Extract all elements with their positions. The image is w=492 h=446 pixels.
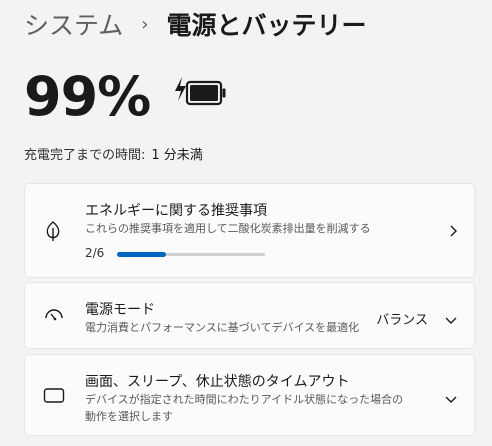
energy-recommendations-card[interactable]: エネルギーに関する推奨事項 これらの推奨事項を適用して二酸化炭素排出量を削減する…: [24, 183, 475, 278]
leaf-icon: [43, 220, 63, 246]
charge-time: 充電完了までの時間: 1 分未満: [24, 144, 203, 163]
breadcrumb-system-link[interactable]: システム: [24, 6, 123, 42]
page-title: 電源とバッテリー: [166, 11, 367, 40]
charge-time-label: 充電完了までの時間:: [24, 148, 146, 163]
battery-status: 99%: [24, 70, 230, 124]
breadcrumb: システム › 電源とバッテリー: [24, 6, 366, 42]
power-mode-gauge-icon: [43, 307, 65, 329]
power-mode-title: 電源モード: [85, 302, 155, 318]
energy-recommendations-title: エネルギーに関する推奨事項: [85, 203, 267, 219]
battery-percentage: 99%: [24, 65, 151, 128]
power-mode-description: 電力消費とパフォーマンスに基づいてデバイスを最適化: [85, 321, 360, 334]
screen-sleep-timeouts-title: 画面、スリープ、休止状態のタイムアウト: [85, 374, 350, 390]
chevron-down-icon[interactable]: [444, 310, 458, 329]
power-mode-dropdown[interactable]: バランス: [376, 309, 428, 328]
chevron-down-icon[interactable]: [444, 389, 458, 408]
battery-charging-icon: [172, 75, 230, 115]
power-mode-card[interactable]: 電源モード 電力消費とパフォーマンスに基づいてデバイスを最適化 バランス: [24, 282, 475, 349]
recommendations-progress-text: 2/6: [85, 246, 105, 260]
charge-time-value: 1 分未満: [151, 148, 203, 163]
screen-sleep-icon: [43, 387, 65, 409]
recommendations-progress-fill: [117, 252, 167, 257]
energy-recommendations-description: これらの推奨事項を適用して二酸化炭素排出量を削減する: [85, 222, 371, 235]
breadcrumb-separator-icon: ›: [141, 13, 149, 35]
screen-sleep-timeouts-description: デバイスが指定された時間にわたりアイドル状態になった場合の動作を選択します: [85, 393, 404, 423]
chevron-right-icon: [448, 223, 458, 242]
recommendations-progress-bar: [117, 252, 265, 257]
screen-sleep-timeouts-card[interactable]: 画面、スリープ、休止状態のタイムアウト デバイスが指定された時間にわたりアイドル…: [24, 354, 475, 436]
